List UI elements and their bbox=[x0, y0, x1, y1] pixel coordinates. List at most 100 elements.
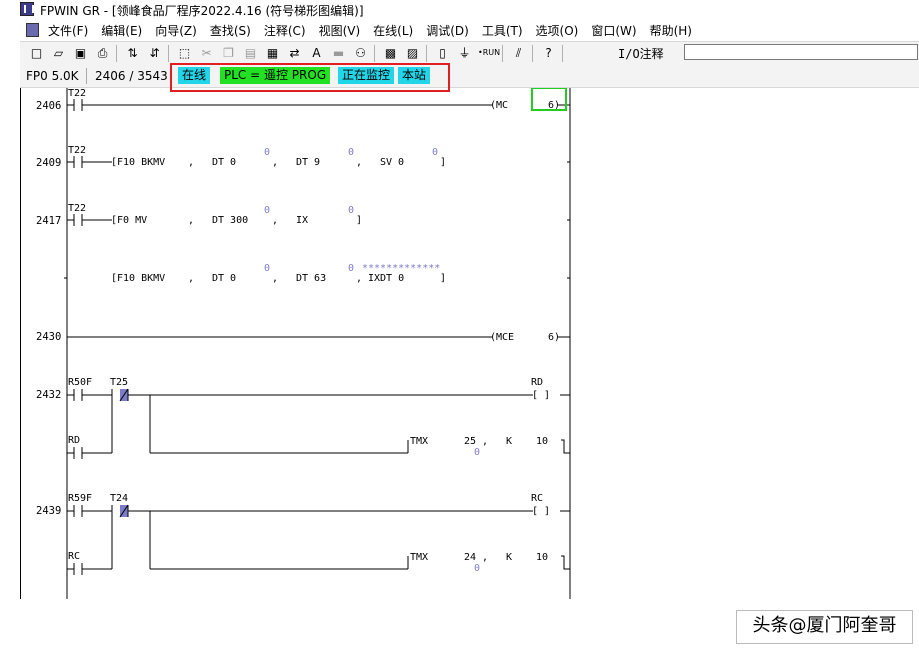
monitor-value: 0 bbox=[348, 263, 354, 274]
download-icon[interactable]: ⇵ bbox=[146, 45, 163, 61]
convert-icon[interactable]: ⇄ bbox=[286, 45, 303, 61]
io-comment-label: I/O注释 bbox=[618, 47, 664, 61]
instruction-end: ] bbox=[356, 215, 362, 226]
operand: DT 63 bbox=[296, 273, 326, 284]
menu-find[interactable]: 查找(S) bbox=[210, 22, 251, 39]
monitor-value: 0 bbox=[264, 205, 270, 216]
instruction: [F10 BKMV bbox=[111, 157, 165, 168]
menu-comment[interactable]: 注释(C) bbox=[264, 22, 306, 39]
k-label: K bbox=[506, 436, 512, 447]
operand: DT 9 bbox=[296, 157, 320, 168]
k-value: 10 bbox=[536, 552, 548, 563]
step-number: 2409 bbox=[36, 157, 61, 169]
contact-nc-off[interactable] bbox=[111, 388, 533, 402]
monitor-icon[interactable]: ▨ bbox=[404, 45, 421, 61]
run-icon[interactable]: •RUN bbox=[478, 45, 500, 61]
menu-options[interactable]: 选项(O) bbox=[536, 22, 579, 39]
new-file-icon[interactable]: □ bbox=[28, 45, 45, 61]
help-icon[interactable]: ? bbox=[540, 45, 557, 61]
monitor-value: 0 bbox=[432, 147, 438, 158]
timer-number: 24 bbox=[464, 552, 476, 563]
contact-no[interactable] bbox=[67, 214, 112, 226]
toolbar-separator bbox=[168, 45, 169, 62]
find-binoculars-icon[interactable]: ⚇ bbox=[352, 45, 369, 61]
operand: DT 300 bbox=[212, 215, 248, 226]
operand-separator: , bbox=[188, 157, 194, 168]
contact-label: T25 bbox=[110, 377, 128, 388]
operand-separator: , bbox=[482, 436, 488, 447]
menu-file[interactable]: 文件(F) bbox=[48, 22, 88, 39]
toolbar-separator bbox=[562, 45, 563, 62]
timer-monitor: 0 bbox=[474, 447, 480, 458]
menu-tools[interactable]: 工具(T) bbox=[482, 22, 523, 39]
save-icon[interactable]: ▣ bbox=[72, 45, 89, 61]
step-number: 2406 bbox=[36, 100, 61, 112]
instruction-end: ] bbox=[440, 273, 446, 284]
force-contact-icon[interactable]: ⫽ bbox=[510, 45, 527, 61]
connect-icon[interactable]: ⏚ bbox=[456, 45, 473, 61]
status-bar: FP0 5.0K 2406 / 3543 在线 PLC = 遥控 PROG 正在… bbox=[20, 65, 919, 88]
monitor-value: 0 bbox=[264, 147, 270, 158]
io-comment-input[interactable] bbox=[684, 44, 918, 60]
contact-label: R50F bbox=[68, 377, 92, 388]
menu-help[interactable]: 帮助(H) bbox=[650, 22, 692, 39]
operand: IX bbox=[296, 215, 308, 226]
operand-separator: , bbox=[272, 273, 278, 284]
step-number: 2430 bbox=[36, 331, 61, 343]
step-number: 2439 bbox=[36, 505, 61, 517]
app-icon bbox=[20, 2, 34, 16]
menu-wizard[interactable]: 向导(Z) bbox=[155, 22, 197, 39]
menu-debug[interactable]: 调试(D) bbox=[426, 22, 469, 39]
cut-icon[interactable]: ✂ bbox=[198, 45, 215, 61]
contact-no[interactable] bbox=[67, 447, 112, 459]
menu-online[interactable]: 在线(L) bbox=[373, 22, 413, 39]
open-folder-icon[interactable]: ▱ bbox=[50, 45, 67, 61]
contact-no[interactable] bbox=[67, 563, 112, 575]
operand-separator: , bbox=[356, 157, 362, 168]
contact-label: T24 bbox=[110, 493, 128, 504]
plc-icon[interactable]: ▯ bbox=[434, 45, 451, 61]
copy-icon[interactable]: ❐ bbox=[220, 45, 237, 61]
toolbar-separator bbox=[502, 45, 503, 62]
grid-icon[interactable]: ▩ bbox=[382, 45, 399, 61]
plc-type: FP0 5.0K bbox=[26, 69, 79, 83]
contact-label: T22 bbox=[68, 88, 86, 99]
status-separator bbox=[86, 68, 87, 84]
coil[interactable]: [ ] bbox=[532, 390, 550, 401]
paste-icon[interactable]: ▤ bbox=[242, 45, 259, 61]
select-icon[interactable]: ⬚ bbox=[176, 45, 193, 61]
contact-no[interactable] bbox=[67, 505, 112, 517]
block-icon[interactable]: ▦ bbox=[264, 45, 281, 61]
text-icon[interactable]: A bbox=[308, 45, 325, 61]
timer-instruction: TMX bbox=[410, 436, 428, 447]
instruction-end: ] bbox=[440, 157, 446, 168]
step-number: 2417 bbox=[36, 215, 61, 227]
operand: DT 0 bbox=[212, 157, 236, 168]
timer-number: 25 bbox=[464, 436, 476, 447]
window-title: FPWIN GR - [领峰食品厂程序2022.4.16 (符号梯形图编辑)] bbox=[40, 4, 364, 18]
k-value: 10 bbox=[536, 436, 548, 447]
menu-list: 文件(F) 编辑(E) 向导(Z) 查找(S) 注释(C) 视图(V) 在线(L… bbox=[48, 22, 705, 39]
comment-icon[interactable]: ▬ bbox=[330, 45, 347, 61]
coil[interactable]: [ ] bbox=[532, 506, 550, 517]
print-icon[interactable]: ⎙ bbox=[94, 45, 111, 61]
toolbar-separator bbox=[374, 45, 375, 62]
toolbar-separator bbox=[116, 45, 117, 62]
menu-edit[interactable]: 编辑(E) bbox=[101, 22, 142, 39]
monitor-value: 0 bbox=[348, 147, 354, 158]
contact-no[interactable] bbox=[67, 99, 492, 111]
instruction: [F10 BKMV bbox=[111, 273, 165, 284]
ladder-canvas: 2406 T22 (MC 6) 2409 T22 [F10 BKMV , DT … bbox=[20, 88, 571, 599]
timer-instruction: TMX bbox=[410, 552, 428, 563]
contact-no[interactable] bbox=[67, 389, 112, 401]
output-mce: (MCE bbox=[490, 332, 514, 343]
contact-nc-off[interactable] bbox=[111, 504, 533, 518]
document-icon[interactable] bbox=[26, 23, 39, 37]
menu-window[interactable]: 窗口(W) bbox=[591, 22, 636, 39]
step-number: 2432 bbox=[36, 389, 61, 401]
menu-view[interactable]: 视图(V) bbox=[319, 22, 361, 39]
upload-icon[interactable]: ⇅ bbox=[124, 45, 141, 61]
ladder-diagram[interactable]: 2406 T22 (MC 6) 2409 T22 [F10 BKMV , DT … bbox=[20, 88, 571, 599]
contact-no[interactable] bbox=[67, 156, 112, 168]
monitor-value: 0 bbox=[264, 263, 270, 274]
